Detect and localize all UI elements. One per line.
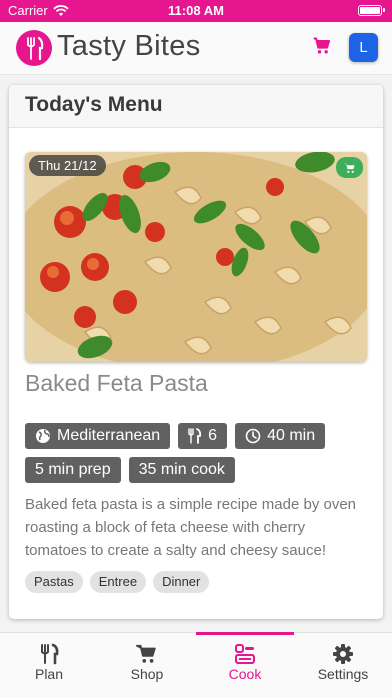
fork-knife-icon <box>188 428 202 444</box>
total-time-tag: 40 min <box>235 423 326 449</box>
tab-cook-label: Cook <box>228 666 262 682</box>
date-chip: Thu 21/12 <box>29 155 106 176</box>
tab-shop-label: Shop <box>130 666 164 682</box>
tab-shop[interactable]: Shop <box>98 633 196 697</box>
category-chip[interactable]: Dinner <box>153 571 210 593</box>
cart-icon <box>136 644 156 663</box>
gear-icon <box>333 644 353 664</box>
active-tab-indicator <box>196 632 294 635</box>
app-title: Tasty Bites <box>57 30 201 62</box>
category-chip[interactable]: Entree <box>89 571 147 593</box>
fork-knife-logo-icon <box>27 36 44 61</box>
clock-icon <box>245 428 261 444</box>
recipe-description: Baked feta pasta is a simple recipe made… <box>25 496 357 559</box>
pasta-image <box>25 152 367 362</box>
tab-settings-label: Settings <box>317 666 369 682</box>
card-title: Today's Menu <box>25 93 163 116</box>
category-chips: Pastas Entree Dinner <box>25 571 210 593</box>
cart-icon <box>313 37 331 54</box>
cart-icon <box>344 163 355 173</box>
category-chip[interactable]: Pastas <box>25 571 83 593</box>
prep-time-tag: 5 min prep <box>25 457 121 483</box>
servings-label: 6 <box>208 427 218 444</box>
status-bar: Carrier 11:08 AM <box>0 0 392 22</box>
servings-tag: 6 <box>178 423 228 449</box>
tab-plan[interactable]: Plan <box>0 633 98 697</box>
tab-cook[interactable]: Cook <box>196 632 294 697</box>
cuisine-tag: Mediterranean <box>25 423 171 449</box>
tab-settings[interactable]: Settings <box>294 633 392 697</box>
globe-icon <box>36 429 50 443</box>
user-avatar-button[interactable]: L <box>349 33 378 62</box>
cook-time-tag: 35 min cook <box>128 457 235 483</box>
battery-icon <box>358 5 385 16</box>
add-to-cart-badge[interactable] <box>336 157 363 178</box>
tab-plan-label: Plan <box>34 666 64 682</box>
bottom-tab-bar: Plan Shop Cook Settings <box>0 632 392 697</box>
app-logo <box>16 30 52 66</box>
cuisine-label: Mediterranean <box>57 427 161 444</box>
shopping-cart-button[interactable] <box>312 36 332 61</box>
total-time-label: 40 min <box>267 427 316 444</box>
app-header: Tasty Bites L <box>0 22 392 75</box>
card-header: Today's Menu <box>9 85 383 128</box>
recipe-info-tags: Mediterranean 6 40 min 5 min prep 35 min… <box>25 423 365 483</box>
cook-icon <box>235 644 255 664</box>
clock: 11:08 AM <box>168 3 224 18</box>
recipe-title[interactable]: Baked Feta Pasta <box>25 370 208 397</box>
fork-knife-icon <box>41 643 59 665</box>
recipe-photo[interactable]: Thu 21/12 <box>25 152 367 362</box>
todays-menu-card[interactable]: Today's Menu Thu 21/12 Baked Feta Pasta … <box>9 85 383 619</box>
